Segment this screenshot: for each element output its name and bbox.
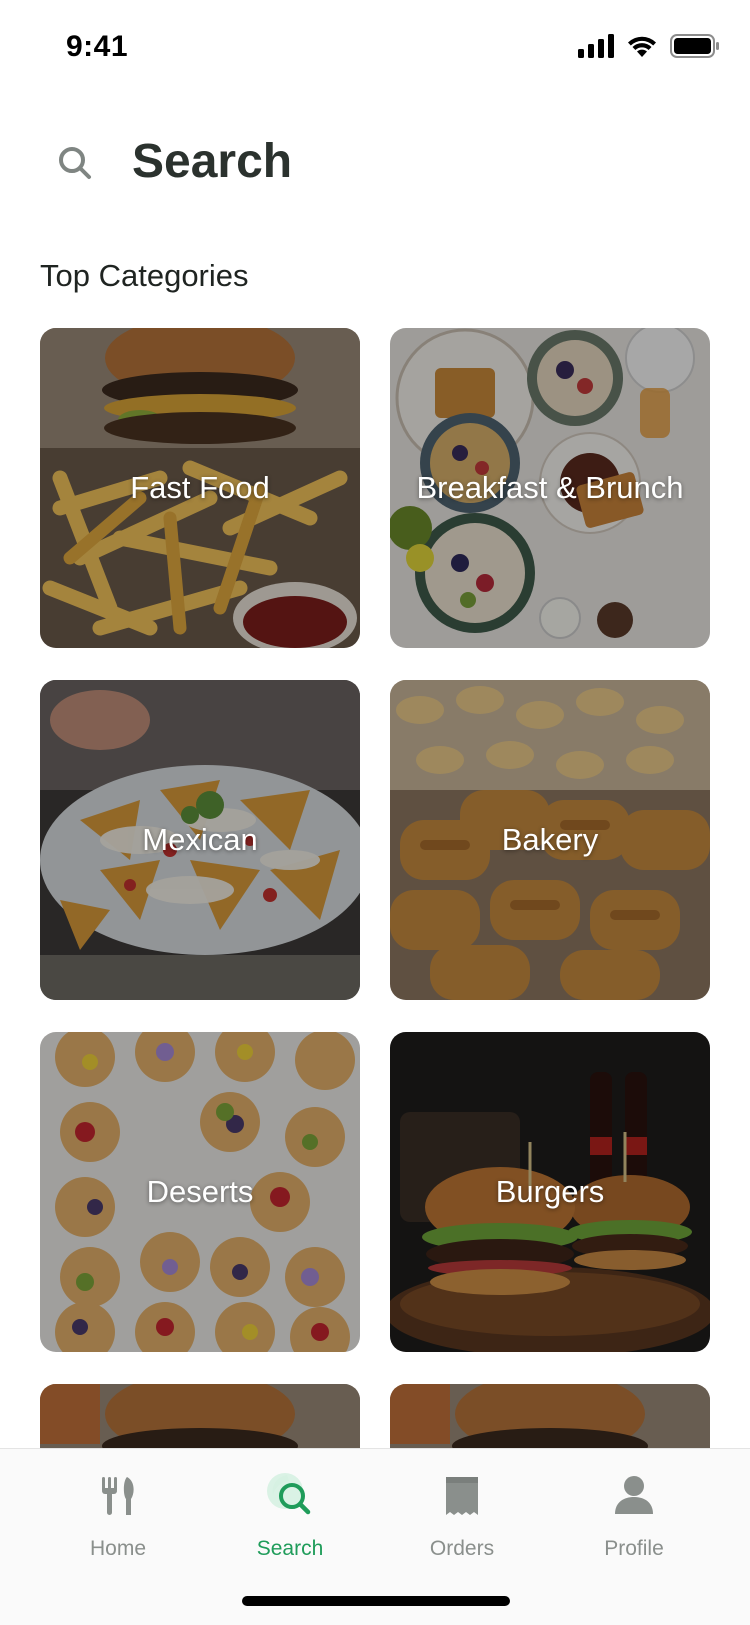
category-card-deserts[interactable]: Deserts <box>40 1032 360 1352</box>
category-card[interactable] <box>40 1384 360 1448</box>
tab-label: Orders <box>429 1537 495 1560</box>
category-label: Fast Food <box>130 470 270 505</box>
tab-profile[interactable]: Profile <box>564 1467 704 1567</box>
tab-label: Search <box>256 1537 324 1560</box>
fork-knife-icon <box>102 1477 134 1515</box>
category-card-bakery[interactable]: Bakery <box>390 680 710 1000</box>
category-label: Bakery <box>501 822 599 857</box>
category-label: Deserts <box>146 1174 254 1209</box>
search-icon <box>267 1473 311 1515</box>
category-card[interactable] <box>390 1384 710 1448</box>
receipt-icon <box>446 1477 478 1515</box>
tab-home[interactable]: Home <box>48 1467 188 1567</box>
tab-bar: Home Search Orders Profile <box>0 1448 750 1625</box>
person-icon <box>615 1476 653 1514</box>
tab-label: Home <box>89 1537 147 1560</box>
home-indicator[interactable] <box>242 1596 510 1606</box>
category-label: Burgers <box>495 1174 605 1209</box>
tab-label: Profile <box>604 1537 664 1560</box>
category-card-breakfast-brunch[interactable]: Breakfast & Brunch <box>390 328 710 648</box>
category-card-mexican[interactable]: Mexican <box>40 680 360 1000</box>
category-label: Breakfast & Brunch <box>416 470 684 505</box>
category-grid[interactable]: Fast Food Breakfast & Brunch Mexican Bak… <box>0 0 750 1448</box>
category-card-fast-food[interactable]: Fast Food <box>40 328 360 648</box>
tab-orders[interactable]: Orders <box>392 1467 532 1567</box>
category-label: Mexican <box>142 822 258 857</box>
tab-search[interactable]: Search <box>220 1467 360 1567</box>
category-card-burgers[interactable]: Burgers <box>390 1032 710 1352</box>
